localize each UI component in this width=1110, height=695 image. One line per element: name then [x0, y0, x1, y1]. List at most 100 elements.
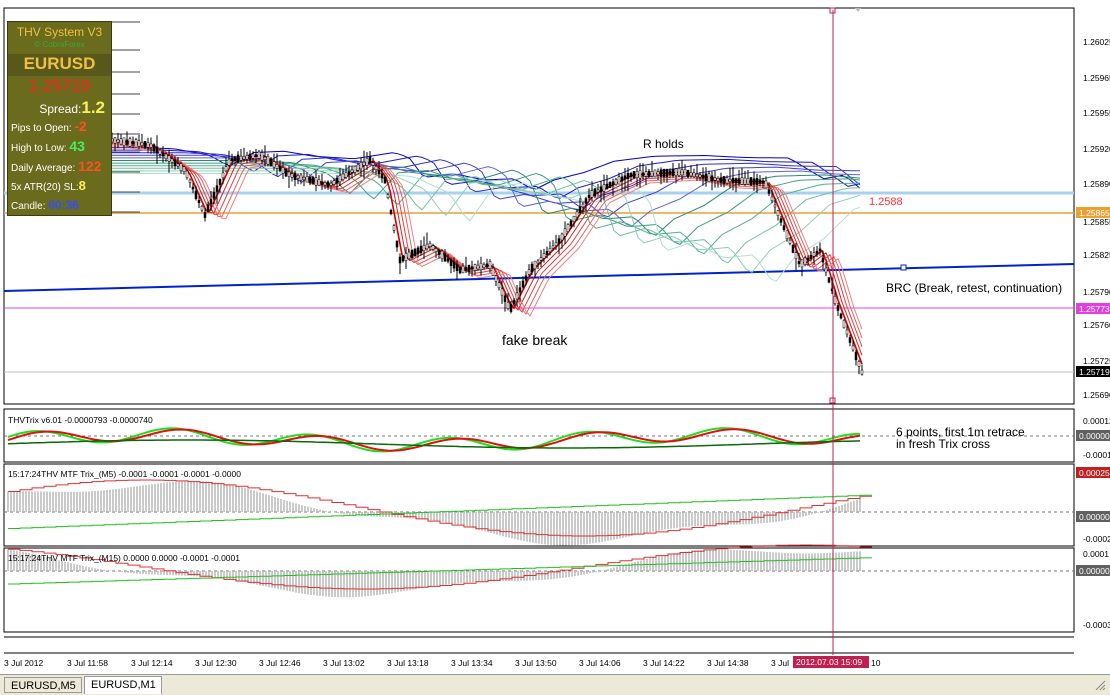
candle-body — [539, 257, 543, 261]
candle-body — [647, 170, 651, 177]
price-tick: 1.25760 — [1083, 320, 1110, 330]
symbol-name: EURUSD — [8, 54, 111, 76]
candle-body — [722, 176, 726, 185]
candle-body — [302, 176, 306, 181]
candle-body — [686, 169, 690, 178]
candle-body — [560, 233, 564, 241]
candle-body — [425, 243, 429, 250]
candle-body — [134, 139, 138, 148]
mtf-m15-axis-tick: -0.0003 — [1083, 620, 1110, 630]
candle-body — [218, 179, 222, 185]
candle-body — [752, 178, 756, 185]
candle-body — [383, 176, 387, 184]
candle-body — [386, 194, 390, 198]
candle-body — [815, 250, 819, 254]
candle-body — [473, 264, 477, 271]
resize-grip-icon[interactable] — [1094, 679, 1106, 691]
candle-body — [377, 170, 381, 174]
candle-body — [137, 140, 141, 147]
mtf-m15-axis-tick: 0.0001 — [1083, 549, 1109, 559]
candle-body — [695, 173, 699, 177]
candle-body — [314, 177, 318, 186]
candle-body — [680, 169, 684, 176]
candle-body — [641, 172, 645, 176]
candle-body — [719, 177, 723, 183]
price-tick: 1.25725 — [1083, 356, 1110, 366]
candle-body — [545, 251, 549, 255]
candle-row: Candle: 00:36 — [8, 198, 111, 214]
candle-body — [635, 171, 639, 179]
candle-body — [329, 182, 333, 186]
candle-body — [788, 239, 792, 244]
candle-body — [146, 142, 150, 148]
candle-body — [668, 170, 672, 175]
candle-body — [452, 261, 456, 269]
candle-body — [848, 337, 852, 343]
candle-body — [650, 171, 654, 177]
candle-body — [809, 254, 813, 259]
candle-body — [734, 178, 738, 184]
info-panel: THV System V3 © CobraForex EURUSD 1.2571… — [7, 21, 112, 216]
candle-body — [446, 258, 450, 262]
candle-body — [266, 156, 270, 165]
candle-body — [833, 295, 837, 305]
atr-row: 5x ATR(20) SL:8 — [8, 178, 111, 196]
candle-body — [317, 179, 321, 186]
candle-body — [398, 256, 402, 264]
candle-body — [293, 172, 297, 180]
candle-body — [758, 180, 762, 184]
candle-body — [827, 277, 831, 283]
candle-body — [392, 225, 396, 231]
candle-body — [458, 266, 462, 274]
candle-body — [626, 173, 630, 180]
candle-body — [347, 171, 351, 175]
candle-body — [206, 204, 210, 213]
time-tick: 3 Jul 11:58 — [67, 658, 108, 668]
candle-body — [290, 173, 294, 178]
candle-body — [143, 141, 147, 148]
candle-body — [476, 264, 480, 270]
candle-body — [608, 182, 612, 189]
candle-body — [662, 169, 666, 177]
candle-body — [122, 137, 126, 146]
pips-open-row: Pips to Open: -2 — [8, 118, 111, 136]
spread-row: Spread:1.2 — [8, 98, 111, 117]
candle-body — [521, 280, 525, 288]
candle-body — [509, 304, 513, 312]
candle-body — [401, 255, 405, 262]
candle-body — [617, 176, 621, 185]
candle-body — [119, 138, 123, 145]
candle-body — [350, 169, 354, 173]
candle-body — [353, 165, 357, 173]
current-price: 1.25719 — [28, 76, 91, 95]
candle-body — [527, 269, 531, 275]
candle-body — [260, 152, 264, 161]
candle-body — [776, 210, 780, 216]
candle-body — [164, 153, 168, 159]
candle-body — [716, 177, 720, 182]
tab-eurusd-m1[interactable]: EURUSD,M1 — [84, 676, 162, 694]
candle-body — [791, 244, 795, 253]
candle-body — [812, 252, 816, 257]
tab-eurusd-m5[interactable]: EURUSD,M5 — [4, 677, 82, 693]
daily-avg-value: 122 — [78, 158, 102, 174]
candle-body — [725, 177, 729, 184]
candle-body — [257, 151, 261, 159]
time-tick: 3 Jul 14:38 — [707, 658, 749, 668]
candle-body — [728, 178, 732, 182]
candle-body — [548, 248, 552, 253]
candle-body — [197, 200, 201, 204]
candle-body — [416, 247, 420, 255]
candle-body — [857, 361, 861, 367]
chart-area[interactable]: R holds fake break BRC (Break, retest, c… — [0, 0, 1110, 674]
pips-open-label: Pips to Open: — [11, 123, 72, 134]
candle-body — [167, 155, 171, 162]
price-tick: 1.25855 — [1083, 217, 1110, 227]
time-tick: 3 Jul 13:34 — [451, 658, 493, 668]
candle-body — [632, 171, 636, 179]
candle-body — [497, 282, 501, 289]
system-name: THV System V3 — [16, 25, 103, 39]
time-tick: 3 Jul 14:22 — [643, 658, 685, 668]
candle-body — [341, 173, 345, 180]
candle-body — [284, 168, 288, 177]
